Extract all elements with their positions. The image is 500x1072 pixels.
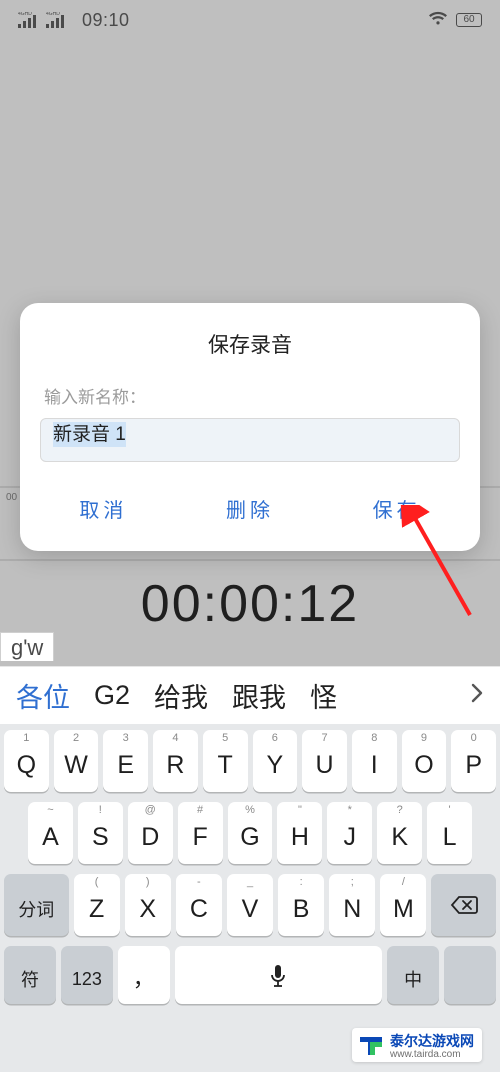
key-m[interactable]: /M — [380, 874, 426, 936]
ime-composition-bar[interactable]: g'w — [0, 632, 54, 661]
key-j[interactable]: *J — [327, 802, 372, 864]
delete-button[interactable]: 删除 — [212, 490, 288, 527]
key-g[interactable]: %G — [228, 802, 273, 864]
cancel-button[interactable]: 取消 — [65, 490, 141, 527]
candidate-item[interactable]: 跟我 — [220, 676, 298, 715]
key-f[interactable]: #F — [178, 802, 223, 864]
enter-key[interactable] — [444, 946, 496, 1004]
timeline-marker-label: 00 — [6, 492, 18, 503]
key-e[interactable]: 3E — [103, 730, 148, 792]
svg-text:4GHD: 4GHD — [18, 12, 32, 17]
watermark-logo-icon — [358, 1035, 384, 1057]
candidate-item[interactable]: 各位 — [4, 676, 82, 715]
battery-icon: 60 — [456, 13, 482, 27]
keyboard-row-4: 符 123 ， 中 — [4, 946, 496, 1004]
key-r[interactable]: 4R — [153, 730, 198, 792]
backspace-icon — [450, 895, 478, 915]
key-b[interactable]: :B — [278, 874, 324, 936]
numbers-key[interactable]: 123 — [61, 946, 113, 1004]
candidates-expand-icon[interactable] — [458, 682, 496, 709]
key-a[interactable]: ~A — [28, 802, 73, 864]
svg-text:4GHD: 4GHD — [46, 12, 60, 17]
space-key[interactable] — [175, 946, 383, 1004]
candidate-item[interactable]: 给我 — [142, 676, 220, 715]
watermark-name: 泰尔达游戏网 — [390, 1033, 474, 1049]
key-o[interactable]: 9O — [402, 730, 447, 792]
key-p[interactable]: 0P — [451, 730, 496, 792]
wifi-icon — [428, 11, 448, 30]
symbols-key[interactable]: 符 — [4, 946, 56, 1004]
backspace-key[interactable] — [431, 874, 496, 936]
candidate-item[interactable]: 怪 — [298, 676, 349, 715]
key-q[interactable]: 1Q — [4, 730, 49, 792]
sim1-signal-icon: 4GHD — [18, 12, 40, 28]
status-left: 4GHD 4GHD 09:10 — [18, 10, 130, 31]
keyboard-row-1: 1Q 2W 3E 4R 5T 6Y 7U 8I 9O 0P — [4, 730, 496, 792]
watermark: 泰尔达游戏网 www.tairda.com — [352, 1028, 482, 1062]
sim2-signal-icon: 4GHD — [46, 12, 68, 28]
status-bar: 4GHD 4GHD 09:10 60 — [0, 0, 500, 40]
recording-name-value: 新录音 1 — [53, 422, 126, 447]
key-u[interactable]: 7U — [302, 730, 347, 792]
modal-title: 保存录音 — [20, 329, 480, 359]
key-v[interactable]: _V — [227, 874, 273, 936]
battery-level: 60 — [456, 13, 482, 27]
save-recording-modal: 保存录音 输入新名称： 新录音 1 取消 删除 保存 — [20, 303, 480, 551]
key-s[interactable]: !S — [78, 802, 123, 864]
key-y[interactable]: 6Y — [253, 730, 298, 792]
keyboard-row-2: ~A !S @D #F %G "H *J ?K 'L — [4, 802, 496, 864]
modal-actions: 取消 删除 保存 — [20, 462, 480, 533]
watermark-url: www.tairda.com — [390, 1049, 474, 1060]
status-time: 09:10 — [82, 10, 130, 31]
ime-candidate-row: 各位 G2 给我 跟我 怪 — [0, 666, 500, 724]
recording-name-input[interactable]: 新录音 1 — [40, 418, 460, 462]
mic-icon — [269, 961, 287, 989]
key-n[interactable]: ;N — [329, 874, 375, 936]
key-z[interactable]: (Z — [74, 874, 120, 936]
key-x[interactable]: )X — [125, 874, 171, 936]
candidate-item[interactable]: G2 — [82, 680, 142, 711]
key-w[interactable]: 2W — [54, 730, 99, 792]
segment-key[interactable]: 分词 — [4, 874, 69, 936]
status-right: 60 — [428, 11, 482, 30]
recorder-elapsed-time: 00:00:12 — [0, 574, 500, 634]
key-d[interactable]: @D — [128, 802, 173, 864]
key-l[interactable]: 'L — [427, 802, 472, 864]
key-h[interactable]: "H — [277, 802, 322, 864]
keyboard: 1Q 2W 3E 4R 5T 6Y 7U 8I 9O 0P ~A !S @D #… — [0, 724, 500, 1072]
comma-key[interactable]: ， — [118, 946, 170, 1004]
keyboard-row-3: 分词 (Z )X -C _V :B ;N /M — [4, 874, 496, 936]
language-key[interactable]: 中 — [387, 946, 439, 1004]
save-button[interactable]: 保存 — [359, 490, 435, 527]
modal-input-label: 输入新名称： — [20, 359, 480, 418]
key-k[interactable]: ?K — [377, 802, 422, 864]
key-t[interactable]: 5T — [203, 730, 248, 792]
key-c[interactable]: -C — [176, 874, 222, 936]
key-i[interactable]: 8I — [352, 730, 397, 792]
